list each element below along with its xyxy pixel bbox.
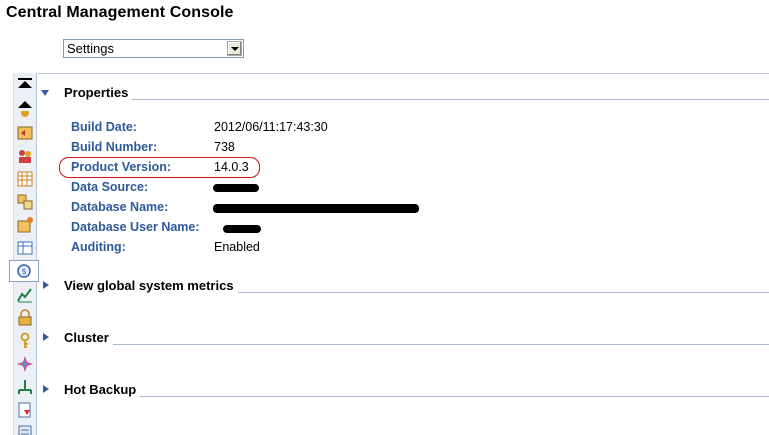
- content-divider: [38, 73, 769, 74]
- section-rule: [64, 396, 769, 397]
- property-label: Data Source:: [71, 180, 149, 194]
- network-icon[interactable]: [16, 378, 34, 396]
- expand-triangle-icon[interactable]: [43, 385, 49, 393]
- scroll-up-icon[interactable]: [18, 101, 32, 108]
- section-rule: [64, 344, 769, 345]
- side-toolbar: $: [9, 73, 39, 435]
- categories-icon[interactable]: [16, 193, 34, 211]
- section-hot-backup[interactable]: Hot Backup: [38, 379, 769, 401]
- metrics-icon[interactable]: [16, 286, 34, 304]
- property-label: Auditing:: [71, 240, 126, 254]
- settings-icon[interactable]: $: [9, 260, 39, 282]
- property-value: 2012/06/11:17:43:30: [214, 120, 328, 134]
- expand-triangle-icon[interactable]: [43, 333, 49, 341]
- property-label: Database User Name:: [71, 220, 200, 234]
- redaction-mark: [213, 184, 259, 192]
- servers-icon[interactable]: [16, 424, 34, 435]
- section-title: Cluster: [64, 330, 113, 345]
- scroll-top-icon[interactable]: [18, 78, 32, 88]
- property-label: Database Name:: [71, 200, 169, 214]
- section-title: View global system metrics: [64, 278, 238, 293]
- access-levels-icon[interactable]: [16, 147, 34, 165]
- key-icon[interactable]: [16, 332, 34, 350]
- users-groups-icon[interactable]: [16, 111, 34, 119]
- section-title: Properties: [64, 85, 133, 100]
- back-folder-icon[interactable]: [16, 124, 34, 142]
- property-label: Build Date:: [71, 120, 137, 134]
- redaction-mark: [223, 225, 261, 233]
- view-select[interactable]: Settings: [63, 39, 244, 58]
- lock-icon[interactable]: [16, 309, 34, 327]
- property-label: Build Number:: [71, 140, 158, 154]
- section-rule: [64, 99, 769, 100]
- section-title: Hot Backup: [64, 382, 141, 397]
- star-icon[interactable]: [16, 355, 34, 373]
- page-title: Central Management Console: [6, 4, 234, 21]
- svg-text:$: $: [21, 267, 26, 276]
- collapse-triangle-icon[interactable]: [41, 90, 49, 96]
- expand-triangle-icon[interactable]: [43, 281, 49, 289]
- inbox-icon[interactable]: [16, 216, 34, 234]
- property-value: Enabled: [214, 240, 260, 254]
- redaction-mark: [213, 204, 419, 213]
- section-properties[interactable]: Properties: [38, 82, 769, 104]
- calendars-icon[interactable]: [16, 170, 34, 188]
- section-metrics[interactable]: View global system metrics: [38, 275, 769, 297]
- view-select-value: Settings: [67, 41, 114, 56]
- chevron-down-icon[interactable]: [227, 41, 242, 56]
- applications-icon[interactable]: [16, 401, 34, 419]
- section-cluster[interactable]: Cluster: [38, 327, 769, 349]
- highlight-annotation: [59, 157, 260, 178]
- table-icon[interactable]: [16, 239, 34, 257]
- property-value: 738: [214, 140, 235, 154]
